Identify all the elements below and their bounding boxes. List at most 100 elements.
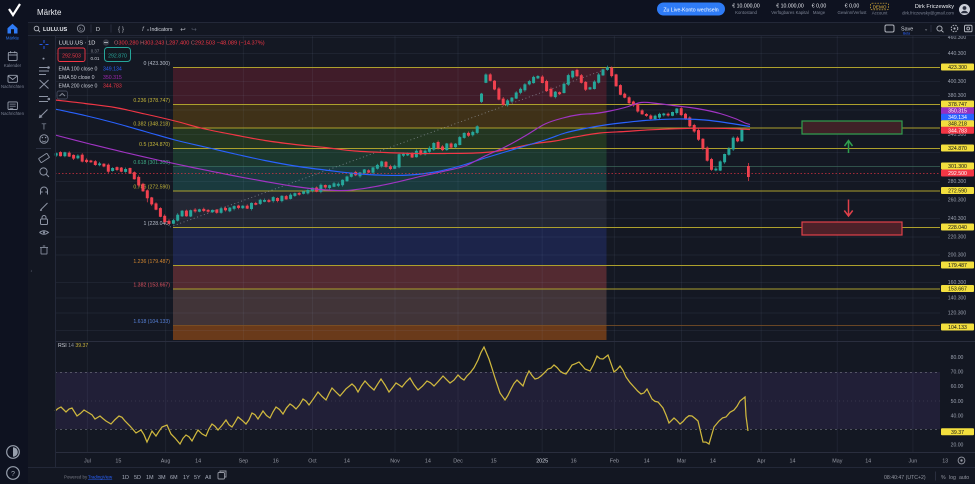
svg-text:228.040: 228.040 bbox=[948, 225, 967, 231]
svg-text:€ 0,00: € 0,00 bbox=[812, 4, 827, 10]
svg-text:0.382 (348.218): 0.382 (348.218) bbox=[133, 122, 170, 128]
svg-text:Kontostand: Kontostand bbox=[735, 10, 757, 15]
svg-text:dirk.friczewsky@gmail.com: dirk.friczewsky@gmail.com bbox=[902, 11, 954, 16]
svg-text:13: 13 bbox=[942, 459, 948, 465]
svg-text:14: 14 bbox=[710, 459, 716, 465]
svg-text:1.236 (179.487): 1.236 (179.487) bbox=[133, 259, 170, 265]
svg-text:440.300: 440.300 bbox=[948, 51, 967, 57]
svg-text:Zu Live-Konto wechseln: Zu Live-Konto wechseln bbox=[663, 7, 718, 13]
svg-text:›: › bbox=[31, 269, 33, 275]
svg-text:Nov: Nov bbox=[390, 459, 400, 465]
svg-text:16: 16 bbox=[571, 459, 577, 465]
svg-text:60.00: 60.00 bbox=[951, 384, 964, 390]
svg-text:14: 14 bbox=[344, 459, 350, 465]
svg-text:292.870: 292.870 bbox=[108, 54, 127, 60]
svg-text:LULU.US: LULU.US bbox=[43, 27, 68, 33]
svg-text:RSI 14 39.37: RSI 14 39.37 bbox=[58, 343, 88, 349]
svg-text:20.00: 20.00 bbox=[951, 443, 964, 449]
svg-text:Apr: Apr bbox=[757, 459, 766, 465]
svg-text:280.300: 280.300 bbox=[948, 179, 967, 185]
svg-text:1D: 1D bbox=[122, 475, 129, 481]
svg-text:344.783: 344.783 bbox=[948, 128, 967, 134]
svg-text:Marge: Marge bbox=[813, 10, 826, 15]
svg-text:auto: auto bbox=[959, 475, 969, 481]
svg-text:0 (423.300): 0 (423.300) bbox=[143, 61, 170, 67]
svg-text:1Y: 1Y bbox=[183, 475, 190, 481]
svg-text:240.300: 240.300 bbox=[948, 216, 967, 222]
svg-text:O300.280 H303.243 L287.400 C29: O300.280 H303.243 L287.400 C292.503 −48.… bbox=[114, 41, 265, 47]
svg-text:log: log bbox=[949, 475, 956, 481]
svg-text:200.300: 200.300 bbox=[948, 253, 967, 259]
svg-text:Nachrichten: Nachrichten bbox=[1, 111, 25, 116]
svg-text:292.500: 292.500 bbox=[948, 171, 967, 177]
svg-text:All: All bbox=[205, 475, 211, 481]
svg-text:Aug: Aug bbox=[161, 459, 171, 465]
svg-text:LULU.US · 1D: LULU.US · 1D bbox=[59, 40, 95, 46]
svg-text:1.618 (104.133): 1.618 (104.133) bbox=[133, 319, 170, 325]
svg-text:T: T bbox=[42, 123, 47, 132]
svg-text:{ }: { } bbox=[118, 26, 125, 33]
svg-text:0.618 (301.300): 0.618 (301.300) bbox=[133, 160, 170, 166]
svg-text:272.590: 272.590 bbox=[948, 189, 967, 195]
svg-text:Mar: Mar bbox=[677, 459, 686, 465]
svg-text:⌄: ⌄ bbox=[924, 27, 928, 33]
svg-text:153.667: 153.667 bbox=[948, 287, 967, 293]
svg-text:↪: ↪ bbox=[191, 27, 197, 34]
svg-text:14: 14 bbox=[195, 459, 201, 465]
svg-text:400.300: 400.300 bbox=[948, 79, 967, 85]
svg-text:14: 14 bbox=[644, 459, 650, 465]
svg-text:Indicators: Indicators bbox=[150, 27, 173, 33]
svg-text:Kalender: Kalender bbox=[4, 63, 22, 68]
svg-text:Jun: Jun bbox=[909, 459, 918, 465]
svg-text:6M: 6M bbox=[170, 475, 178, 481]
svg-text:EMA 100 close 0: EMA 100 close 0 bbox=[59, 67, 98, 73]
svg-text:Verfügbares Kapital: Verfügbares Kapital bbox=[771, 10, 809, 15]
svg-text:14: 14 bbox=[790, 459, 796, 465]
svg-text:↩: ↩ bbox=[180, 27, 186, 34]
svg-text:Nachrichten: Nachrichten bbox=[1, 84, 25, 89]
svg-text:40.00: 40.00 bbox=[951, 414, 964, 420]
svg-text:EMA 50 close 0: EMA 50 close 0 bbox=[59, 75, 95, 81]
svg-text:140.300: 140.300 bbox=[948, 296, 967, 302]
svg-text:DEMO: DEMO bbox=[873, 4, 887, 9]
svg-text:2025: 2025 bbox=[536, 459, 548, 465]
svg-text:14: 14 bbox=[865, 459, 871, 465]
svg-text:1M: 1M bbox=[146, 475, 154, 481]
svg-text:220.300: 220.300 bbox=[948, 235, 967, 241]
svg-text:Gewinn/Verlust: Gewinn/Verlust bbox=[838, 10, 868, 15]
svg-text:0.37: 0.37 bbox=[91, 49, 100, 54]
svg-text:378.747: 378.747 bbox=[948, 102, 967, 108]
svg-text:349.134: 349.134 bbox=[103, 67, 122, 73]
svg-text:%: % bbox=[941, 475, 946, 481]
svg-text:120.300: 120.300 bbox=[948, 311, 967, 317]
svg-text:08:40:47 (UTC+2): 08:40:47 (UTC+2) bbox=[884, 475, 926, 481]
svg-text:15: 15 bbox=[115, 459, 121, 465]
svg-text:260.300: 260.300 bbox=[948, 198, 967, 204]
svg-text:EMA 200 close 0: EMA 200 close 0 bbox=[59, 84, 98, 90]
svg-text:1.382 (153.667): 1.382 (153.667) bbox=[133, 283, 170, 289]
svg-text:39.37: 39.37 bbox=[951, 430, 964, 436]
svg-text:Jul: Jul bbox=[84, 459, 91, 465]
svg-text:€ 10.000,00: € 10.000,00 bbox=[776, 4, 804, 10]
svg-text:301.300: 301.300 bbox=[948, 164, 967, 170]
svg-text:50.00: 50.00 bbox=[951, 399, 964, 405]
svg-text:104.133: 104.133 bbox=[948, 325, 967, 331]
svg-text:€ 0,00: € 0,00 bbox=[845, 4, 860, 10]
svg-text:Account: Account bbox=[872, 11, 888, 16]
svg-text:292.503: 292.503 bbox=[62, 54, 81, 60]
svg-text:↻: ↻ bbox=[79, 27, 83, 33]
svg-text:380.300: 380.300 bbox=[948, 93, 967, 99]
svg-text:Powered by: Powered by bbox=[64, 475, 88, 480]
svg-text:0.236 (378.747): 0.236 (378.747) bbox=[133, 98, 170, 104]
svg-text:16: 16 bbox=[273, 459, 279, 465]
svg-text:€ 10.000,00: € 10.000,00 bbox=[732, 4, 760, 10]
svg-text:70.00: 70.00 bbox=[951, 370, 964, 376]
svg-text:179.487: 179.487 bbox=[948, 263, 967, 269]
svg-text:0.5 (324.870): 0.5 (324.870) bbox=[139, 142, 170, 148]
svg-text:5D: 5D bbox=[134, 475, 141, 481]
svg-text:5Y: 5Y bbox=[194, 475, 201, 481]
svg-text:0.01: 0.01 bbox=[91, 56, 100, 61]
svg-text:TradingView: TradingView bbox=[88, 475, 113, 480]
svg-text:80.00: 80.00 bbox=[951, 355, 964, 361]
svg-text:348.218: 348.218 bbox=[948, 122, 967, 128]
